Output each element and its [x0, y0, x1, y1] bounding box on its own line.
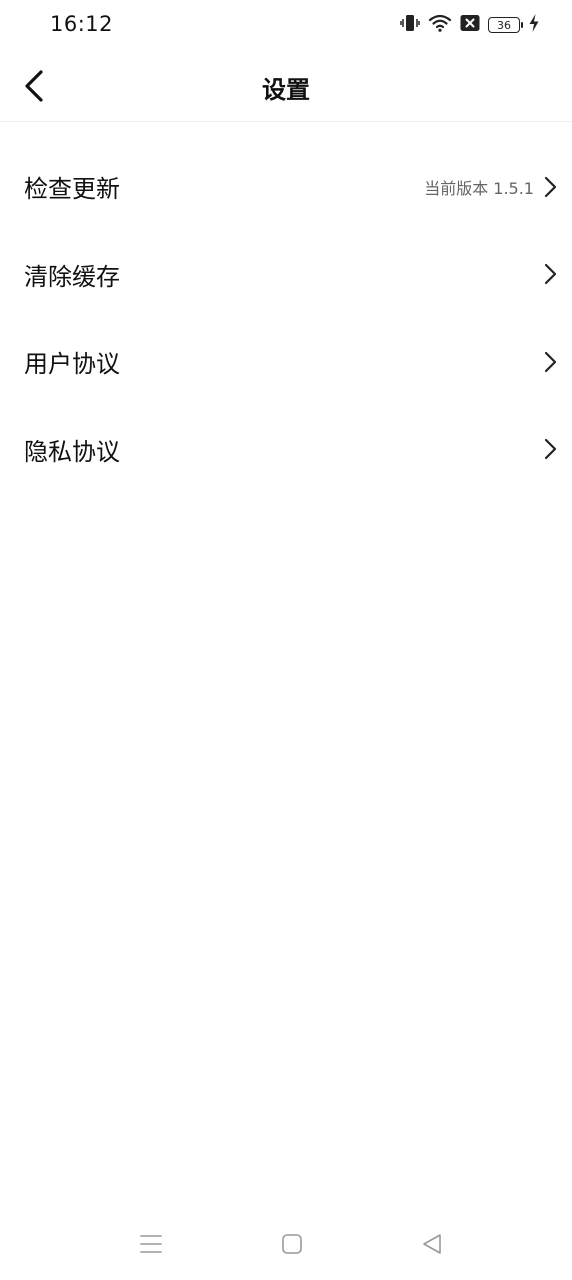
nav-back-button[interactable]	[420, 1232, 444, 1256]
page-title: 设置	[262, 76, 310, 104]
chevron-right-icon	[542, 176, 558, 198]
menu-icon	[140, 1235, 162, 1253]
header: 设置	[0, 50, 572, 122]
sim-blocked-icon	[460, 14, 480, 36]
settings-item-right	[542, 263, 558, 285]
settings-item-privacy-policy[interactable]: 隐私协议	[0, 406, 572, 494]
chevron-right-icon	[542, 263, 558, 285]
home-button[interactable]	[280, 1232, 304, 1256]
settings-item-right	[542, 351, 558, 373]
settings-item-clear-cache[interactable]: 清除缓存	[0, 231, 572, 319]
back-icon	[423, 1234, 441, 1254]
menu-button[interactable]	[139, 1232, 163, 1256]
wifi-icon	[428, 13, 452, 37]
charging-icon	[528, 13, 540, 37]
status-time: 16:12	[50, 12, 114, 36]
settings-item-label: 检查更新	[24, 175, 120, 204]
version-text: 当前版本 1.5.1	[424, 178, 534, 198]
settings-item-user-agreement[interactable]: 用户协议	[0, 318, 572, 406]
chevron-right-icon	[542, 351, 558, 373]
home-icon	[282, 1234, 302, 1254]
settings-screen: 16:12 36 设置 检查更新 当前版本 1.5.1 清除缓存 用户协议 隐私…	[0, 0, 572, 1280]
settings-item-label: 用户协议	[24, 350, 120, 379]
settings-item-label: 清除缓存	[24, 262, 120, 291]
system-nav-bar	[0, 1208, 572, 1280]
settings-item-label: 隐私协议	[24, 437, 120, 466]
settings-item-check-update[interactable]: 检查更新 当前版本 1.5.1	[0, 143, 572, 231]
battery-level: 36	[497, 18, 511, 32]
settings-list: 检查更新 当前版本 1.5.1 清除缓存 用户协议 隐私协议	[0, 143, 572, 493]
settings-item-right: 当前版本 1.5.1	[424, 175, 558, 199]
chevron-right-icon	[542, 438, 558, 460]
battery-icon: 36	[488, 17, 523, 33]
status-bar: 16:12 36	[0, 0, 572, 50]
vibrate-icon	[400, 13, 420, 37]
settings-item-right	[542, 438, 558, 460]
status-icons: 36	[400, 14, 540, 36]
